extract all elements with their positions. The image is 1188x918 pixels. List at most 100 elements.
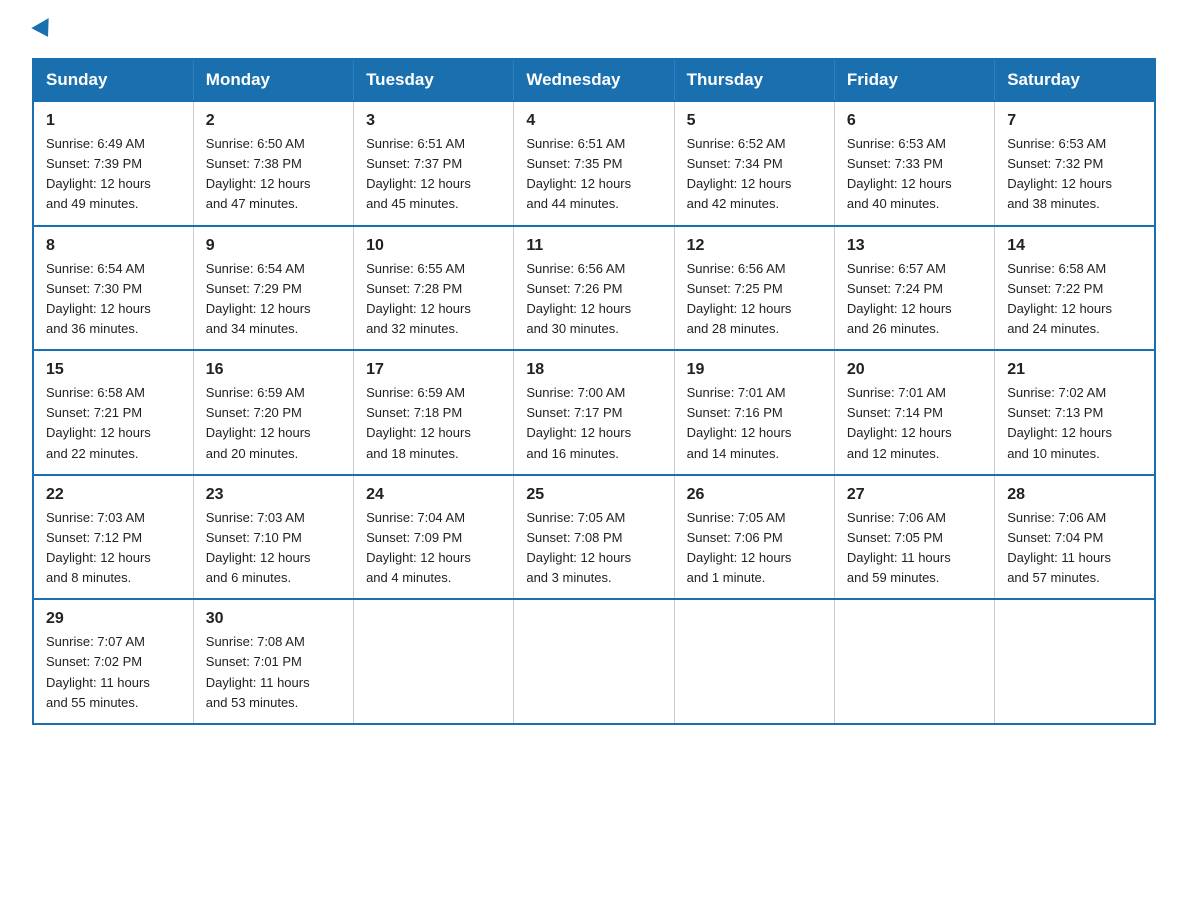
calendar-day-cell xyxy=(514,599,674,724)
day-info: Sunrise: 7:01 AMSunset: 7:16 PMDaylight:… xyxy=(687,385,792,460)
calendar-day-cell xyxy=(995,599,1155,724)
weekday-header-sunday: Sunday xyxy=(33,59,193,101)
calendar-day-cell: 28 Sunrise: 7:06 AMSunset: 7:04 PMDaylig… xyxy=(995,475,1155,600)
calendar-day-cell: 21 Sunrise: 7:02 AMSunset: 7:13 PMDaylig… xyxy=(995,350,1155,475)
weekday-header-wednesday: Wednesday xyxy=(514,59,674,101)
day-info: Sunrise: 6:57 AMSunset: 7:24 PMDaylight:… xyxy=(847,261,952,336)
day-number: 23 xyxy=(206,486,341,504)
weekday-header-row: SundayMondayTuesdayWednesdayThursdayFrid… xyxy=(33,59,1155,101)
day-number: 3 xyxy=(366,112,501,130)
day-info: Sunrise: 7:03 AMSunset: 7:10 PMDaylight:… xyxy=(206,510,311,585)
day-info: Sunrise: 7:04 AMSunset: 7:09 PMDaylight:… xyxy=(366,510,471,585)
day-number: 18 xyxy=(526,361,661,379)
calendar-day-cell: 12 Sunrise: 6:56 AMSunset: 7:25 PMDaylig… xyxy=(674,226,834,351)
day-number: 27 xyxy=(847,486,982,504)
day-number: 8 xyxy=(46,237,181,255)
calendar-day-cell: 22 Sunrise: 7:03 AMSunset: 7:12 PMDaylig… xyxy=(33,475,193,600)
day-info: Sunrise: 6:54 AMSunset: 7:30 PMDaylight:… xyxy=(46,261,151,336)
day-info: Sunrise: 7:06 AMSunset: 7:05 PMDaylight:… xyxy=(847,510,951,585)
weekday-header-tuesday: Tuesday xyxy=(354,59,514,101)
calendar-week-row: 15 Sunrise: 6:58 AMSunset: 7:21 PMDaylig… xyxy=(33,350,1155,475)
calendar-day-cell: 6 Sunrise: 6:53 AMSunset: 7:33 PMDayligh… xyxy=(834,101,994,226)
calendar-day-cell: 16 Sunrise: 6:59 AMSunset: 7:20 PMDaylig… xyxy=(193,350,353,475)
weekday-header-monday: Monday xyxy=(193,59,353,101)
weekday-header-thursday: Thursday xyxy=(674,59,834,101)
day-number: 25 xyxy=(526,486,661,504)
day-number: 29 xyxy=(46,610,181,628)
day-info: Sunrise: 6:58 AMSunset: 7:22 PMDaylight:… xyxy=(1007,261,1112,336)
day-info: Sunrise: 6:54 AMSunset: 7:29 PMDaylight:… xyxy=(206,261,311,336)
calendar-week-row: 29 Sunrise: 7:07 AMSunset: 7:02 PMDaylig… xyxy=(33,599,1155,724)
calendar-day-cell: 29 Sunrise: 7:07 AMSunset: 7:02 PMDaylig… xyxy=(33,599,193,724)
logo-triangle-icon xyxy=(31,18,56,42)
calendar-day-cell: 17 Sunrise: 6:59 AMSunset: 7:18 PMDaylig… xyxy=(354,350,514,475)
day-number: 9 xyxy=(206,237,341,255)
day-number: 24 xyxy=(366,486,501,504)
day-number: 7 xyxy=(1007,112,1142,130)
day-info: Sunrise: 6:59 AMSunset: 7:18 PMDaylight:… xyxy=(366,385,471,460)
calendar-day-cell: 4 Sunrise: 6:51 AMSunset: 7:35 PMDayligh… xyxy=(514,101,674,226)
calendar-day-cell: 2 Sunrise: 6:50 AMSunset: 7:38 PMDayligh… xyxy=(193,101,353,226)
calendar-week-row: 1 Sunrise: 6:49 AMSunset: 7:39 PMDayligh… xyxy=(33,101,1155,226)
day-info: Sunrise: 6:59 AMSunset: 7:20 PMDaylight:… xyxy=(206,385,311,460)
calendar-day-cell: 7 Sunrise: 6:53 AMSunset: 7:32 PMDayligh… xyxy=(995,101,1155,226)
calendar-day-cell: 3 Sunrise: 6:51 AMSunset: 7:37 PMDayligh… xyxy=(354,101,514,226)
day-number: 11 xyxy=(526,237,661,255)
day-number: 16 xyxy=(206,361,341,379)
day-info: Sunrise: 7:05 AMSunset: 7:06 PMDaylight:… xyxy=(687,510,792,585)
calendar-day-cell: 15 Sunrise: 6:58 AMSunset: 7:21 PMDaylig… xyxy=(33,350,193,475)
calendar-day-cell: 8 Sunrise: 6:54 AMSunset: 7:30 PMDayligh… xyxy=(33,226,193,351)
day-info: Sunrise: 6:50 AMSunset: 7:38 PMDaylight:… xyxy=(206,136,311,211)
day-number: 28 xyxy=(1007,486,1142,504)
calendar-week-row: 8 Sunrise: 6:54 AMSunset: 7:30 PMDayligh… xyxy=(33,226,1155,351)
calendar-day-cell: 11 Sunrise: 6:56 AMSunset: 7:26 PMDaylig… xyxy=(514,226,674,351)
calendar-day-cell: 30 Sunrise: 7:08 AMSunset: 7:01 PMDaylig… xyxy=(193,599,353,724)
calendar-day-cell: 18 Sunrise: 7:00 AMSunset: 7:17 PMDaylig… xyxy=(514,350,674,475)
calendar-day-cell: 20 Sunrise: 7:01 AMSunset: 7:14 PMDaylig… xyxy=(834,350,994,475)
calendar-day-cell xyxy=(834,599,994,724)
day-info: Sunrise: 7:06 AMSunset: 7:04 PMDaylight:… xyxy=(1007,510,1111,585)
calendar-day-cell: 5 Sunrise: 6:52 AMSunset: 7:34 PMDayligh… xyxy=(674,101,834,226)
calendar-day-cell: 1 Sunrise: 6:49 AMSunset: 7:39 PMDayligh… xyxy=(33,101,193,226)
calendar-day-cell: 27 Sunrise: 7:06 AMSunset: 7:05 PMDaylig… xyxy=(834,475,994,600)
day-info: Sunrise: 7:07 AMSunset: 7:02 PMDaylight:… xyxy=(46,634,150,709)
day-info: Sunrise: 6:56 AMSunset: 7:26 PMDaylight:… xyxy=(526,261,631,336)
day-info: Sunrise: 7:01 AMSunset: 7:14 PMDaylight:… xyxy=(847,385,952,460)
calendar-day-cell: 23 Sunrise: 7:03 AMSunset: 7:10 PMDaylig… xyxy=(193,475,353,600)
day-info: Sunrise: 6:56 AMSunset: 7:25 PMDaylight:… xyxy=(687,261,792,336)
day-info: Sunrise: 7:05 AMSunset: 7:08 PMDaylight:… xyxy=(526,510,631,585)
day-number: 17 xyxy=(366,361,501,379)
calendar-day-cell: 10 Sunrise: 6:55 AMSunset: 7:28 PMDaylig… xyxy=(354,226,514,351)
page-header xyxy=(32,24,1156,40)
day-info: Sunrise: 6:53 AMSunset: 7:32 PMDaylight:… xyxy=(1007,136,1112,211)
day-info: Sunrise: 6:51 AMSunset: 7:37 PMDaylight:… xyxy=(366,136,471,211)
day-number: 1 xyxy=(46,112,181,130)
logo xyxy=(32,24,54,40)
calendar-day-cell xyxy=(674,599,834,724)
calendar-day-cell: 25 Sunrise: 7:05 AMSunset: 7:08 PMDaylig… xyxy=(514,475,674,600)
day-number: 26 xyxy=(687,486,822,504)
day-number: 6 xyxy=(847,112,982,130)
day-info: Sunrise: 6:53 AMSunset: 7:33 PMDaylight:… xyxy=(847,136,952,211)
day-info: Sunrise: 6:51 AMSunset: 7:35 PMDaylight:… xyxy=(526,136,631,211)
day-number: 5 xyxy=(687,112,822,130)
day-number: 19 xyxy=(687,361,822,379)
calendar-day-cell: 19 Sunrise: 7:01 AMSunset: 7:16 PMDaylig… xyxy=(674,350,834,475)
day-number: 13 xyxy=(847,237,982,255)
calendar-day-cell: 24 Sunrise: 7:04 AMSunset: 7:09 PMDaylig… xyxy=(354,475,514,600)
day-number: 12 xyxy=(687,237,822,255)
day-number: 20 xyxy=(847,361,982,379)
weekday-header-friday: Friday xyxy=(834,59,994,101)
day-number: 4 xyxy=(526,112,661,130)
day-info: Sunrise: 6:58 AMSunset: 7:21 PMDaylight:… xyxy=(46,385,151,460)
day-number: 15 xyxy=(46,361,181,379)
day-info: Sunrise: 7:02 AMSunset: 7:13 PMDaylight:… xyxy=(1007,385,1112,460)
calendar-day-cell xyxy=(354,599,514,724)
day-info: Sunrise: 6:52 AMSunset: 7:34 PMDaylight:… xyxy=(687,136,792,211)
day-info: Sunrise: 7:08 AMSunset: 7:01 PMDaylight:… xyxy=(206,634,310,709)
day-info: Sunrise: 7:00 AMSunset: 7:17 PMDaylight:… xyxy=(526,385,631,460)
day-info: Sunrise: 7:03 AMSunset: 7:12 PMDaylight:… xyxy=(46,510,151,585)
day-number: 30 xyxy=(206,610,341,628)
calendar-day-cell: 13 Sunrise: 6:57 AMSunset: 7:24 PMDaylig… xyxy=(834,226,994,351)
day-number: 22 xyxy=(46,486,181,504)
